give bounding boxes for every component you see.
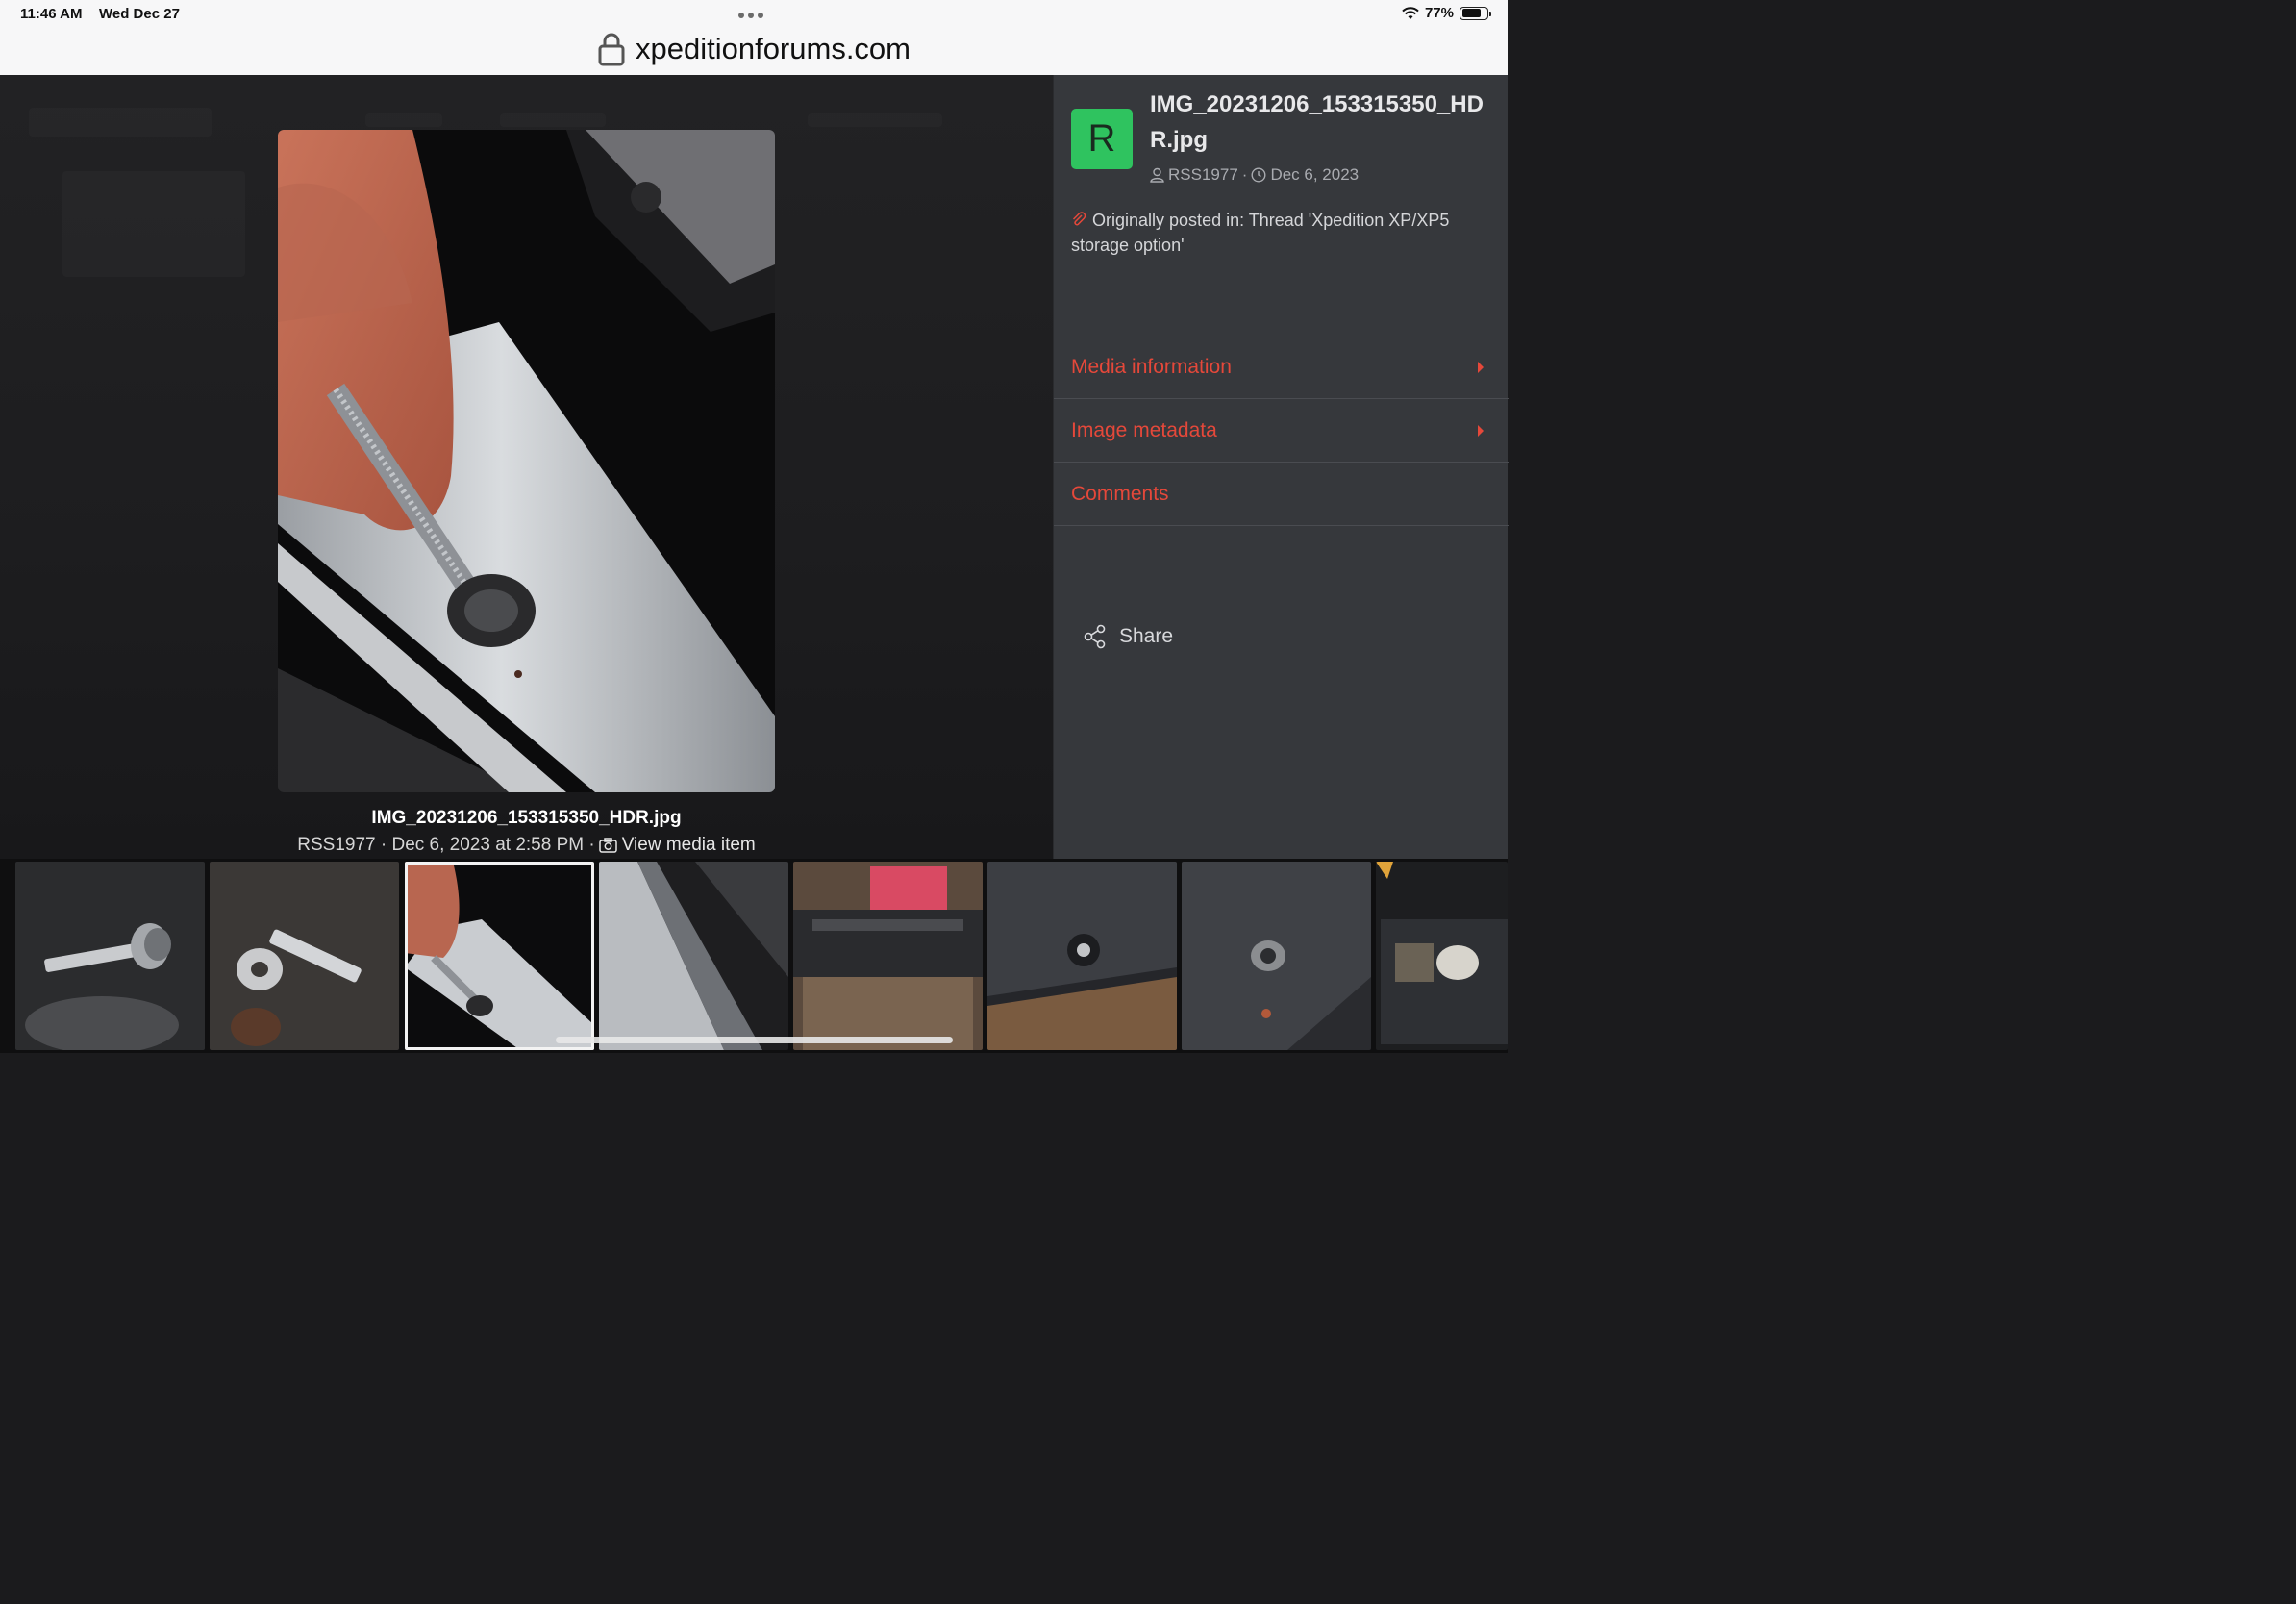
main-photo[interactable]	[278, 130, 775, 792]
address-bar[interactable]: xpeditionforums.com	[0, 32, 1508, 66]
media-viewer: IMG_20231206_153315350_HDR.jpg RSS1977 ·…	[0, 75, 1053, 859]
thumbnail-7[interactable]	[1182, 862, 1371, 1050]
thumb-storage-bed-image	[793, 862, 983, 1050]
media-title: IMG_20231206_153315350_HDR.jpg	[1150, 91, 1484, 153]
caption-author-date: RSS1977 · Dec 6, 2023 at 2:58 PM ·	[297, 835, 595, 855]
bolt-rail-photo	[278, 130, 775, 792]
media-author-link[interactable]: RSS1977	[1168, 165, 1238, 185]
comments-tab[interactable]: Comments	[1054, 464, 1509, 526]
wifi-icon	[1402, 6, 1419, 19]
meta-separator: ·	[1241, 165, 1248, 184]
browser-top-bar: 11:46 AM Wed Dec 27 77% xpeditionforums.…	[0, 0, 1508, 75]
media-information-label: Media information	[1071, 356, 1232, 378]
thumbnail-strip	[0, 859, 1508, 1053]
origin-text: Originally posted in: Thread 'Xpedition …	[1071, 211, 1450, 255]
view-media-item-label: View media item	[621, 835, 756, 855]
thumbnail-5[interactable]	[793, 862, 983, 1050]
thumb-bolt-in-rail-image	[405, 862, 594, 1050]
thumb-panel-hole-image	[987, 862, 1177, 1050]
thumbnail-3-selected[interactable]	[405, 862, 594, 1050]
originally-posted-in[interactable]: Originally posted in: Thread 'Xpedition …	[1071, 208, 1494, 258]
clock-icon	[1251, 167, 1266, 183]
paperclip-icon	[1072, 212, 1086, 226]
photo-caption-meta: RSS1977 · Dec 6, 2023 at 2:58 PM · View …	[0, 835, 1053, 856]
media-information-toggle[interactable]: Media information	[1054, 337, 1509, 399]
caret-right-icon	[1478, 362, 1484, 373]
thumb-storage-box-image	[1376, 862, 1508, 1050]
media-sidebar: R IMG_20231206_153315350_HDR.jpg RSS1977…	[1053, 75, 1509, 859]
view-media-item-link[interactable]: View media item	[598, 835, 756, 856]
battery-icon	[1460, 6, 1491, 20]
multitasking-dots-icon[interactable]	[738, 13, 763, 18]
image-metadata-toggle[interactable]: Image metadata	[1054, 400, 1509, 463]
caret-right-icon	[1478, 425, 1484, 437]
status-date: Wed Dec 27	[99, 6, 180, 22]
user-icon	[1150, 167, 1164, 183]
home-indicator[interactable]	[556, 1037, 953, 1043]
thumbnail-4[interactable]	[599, 862, 788, 1050]
battery-percent: 77%	[1424, 5, 1454, 21]
share-label: Share	[1119, 625, 1174, 647]
lock-icon	[598, 33, 625, 66]
thumbnail-6[interactable]	[987, 862, 1177, 1050]
status-indicators: 77%	[1402, 5, 1491, 21]
thumb-bolt-washers-image	[15, 862, 205, 1050]
thumbnail-2[interactable]	[210, 862, 399, 1050]
url-text: xpeditionforums.com	[635, 32, 911, 65]
image-metadata-label: Image metadata	[1071, 419, 1217, 441]
avatar[interactable]: R	[1071, 109, 1133, 169]
thumb-bolt-loose-parts-image	[210, 862, 399, 1050]
comments-label: Comments	[1071, 483, 1169, 505]
photo-caption-title: IMG_20231206_153315350_HDR.jpg	[371, 808, 682, 828]
share-button[interactable]: Share	[1083, 624, 1173, 649]
thumbnail-8[interactable]	[1376, 862, 1508, 1050]
media-date[interactable]: Dec 6, 2023	[1270, 165, 1359, 185]
status-time: 11:46 AM	[20, 6, 83, 22]
camera-icon	[598, 838, 617, 853]
thumbnail-1[interactable]	[15, 862, 205, 1050]
media-meta: RSS1977 · Dec 6, 2023	[1150, 165, 1359, 185]
thumb-rail-channel-image	[599, 862, 788, 1050]
share-icon	[1084, 624, 1106, 649]
thumb-panel-nut-image	[1182, 862, 1371, 1050]
